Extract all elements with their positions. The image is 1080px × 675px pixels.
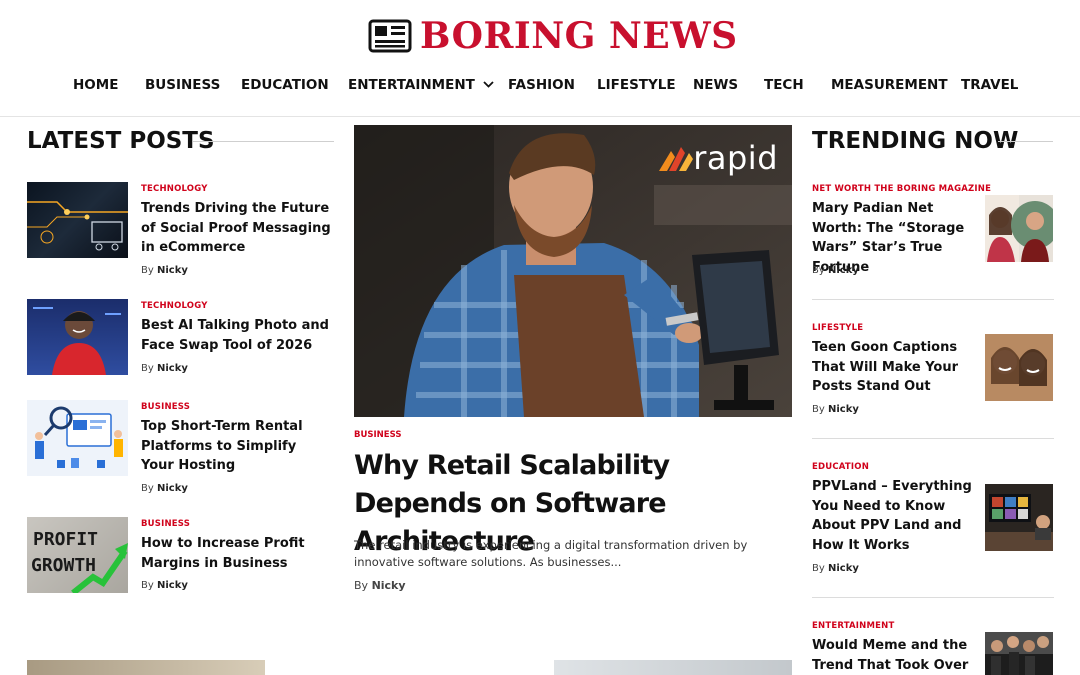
- byline-prefix: By: [354, 579, 369, 592]
- post-divider: [812, 438, 1054, 439]
- trending-heading-rule: [998, 141, 1053, 142]
- post-byline: By Nicky: [141, 483, 188, 494]
- post-category[interactable]: TECHNOLOGY: [141, 301, 208, 311]
- byline-prefix: By: [141, 363, 154, 374]
- post-divider: [812, 597, 1054, 598]
- post-category[interactable]: BUSINESS: [141, 402, 190, 412]
- latest-posts-heading: LATEST POSTS: [27, 128, 215, 154]
- post-title[interactable]: Teen Goon Captions That Will Make Your P…: [812, 338, 977, 397]
- post-category[interactable]: EDUCATION: [812, 462, 869, 472]
- post-byline: By Nicky: [812, 265, 859, 276]
- post-title[interactable]: PPVLand – Everything You Need to Know Ab…: [812, 477, 977, 555]
- author-name[interactable]: Nicky: [828, 404, 859, 415]
- author-name[interactable]: Nicky: [372, 579, 406, 592]
- nav-item-fashion[interactable]: FASHION: [508, 70, 575, 100]
- nav-item-education[interactable]: EDUCATION: [241, 70, 329, 100]
- post-title[interactable]: How to Increase Profit Margins in Busine…: [141, 534, 331, 573]
- post-byline: By Nicky: [141, 265, 188, 276]
- post-byline: By Nicky: [812, 404, 859, 415]
- rapid-logo-text: rapid: [693, 139, 778, 177]
- nav-item-entertainment-label: ENTERTAINMENT: [348, 77, 475, 93]
- site-title: BORING NEWS: [420, 15, 738, 57]
- post-byline: By Nicky: [141, 363, 188, 374]
- newspaper-icon: [368, 19, 412, 53]
- post-thumbnail[interactable]: [27, 400, 128, 476]
- byline-prefix: By: [141, 265, 154, 276]
- nav-item-lifestyle[interactable]: LIFESTYLE: [597, 70, 676, 100]
- byline-prefix: By: [812, 404, 825, 415]
- post-category[interactable]: BUSINESS: [141, 519, 190, 529]
- author-name[interactable]: Nicky: [157, 580, 188, 591]
- nav-item-news[interactable]: NEWS: [693, 70, 738, 100]
- post-thumbnail[interactable]: [27, 182, 128, 258]
- author-name[interactable]: Nicky: [828, 265, 859, 276]
- post-thumbnail[interactable]: PROFIT GROWTH: [27, 517, 128, 593]
- post-category[interactable]: ENTERTAINMENT: [812, 621, 894, 631]
- author-name[interactable]: Nicky: [828, 563, 859, 574]
- author-name[interactable]: Nicky: [157, 363, 188, 374]
- post-thumbnail[interactable]: [554, 660, 792, 675]
- rapid-logo-mark: [659, 147, 694, 171]
- feature-category[interactable]: BUSINESS: [354, 430, 401, 440]
- post-title[interactable]: Would Meme and the Trend That Took Over …: [812, 636, 982, 675]
- post-title[interactable]: Trends Driving the Future of Social Proo…: [141, 199, 331, 258]
- post-thumbnail[interactable]: [985, 484, 1053, 551]
- feature-byline: By Nicky: [354, 579, 406, 592]
- nav-item-business[interactable]: BUSINESS: [145, 70, 220, 100]
- post-category[interactable]: NET WORTH THE BORING MAGAZINE: [812, 184, 991, 194]
- nav-item-tech[interactable]: TECH: [764, 70, 804, 100]
- byline-prefix: By: [141, 483, 154, 494]
- post-category[interactable]: LIFESTYLE: [812, 323, 863, 333]
- nav-item-measurement[interactable]: MEASUREMENT: [831, 70, 948, 100]
- site-logo[interactable]: BORING NEWS: [368, 14, 738, 58]
- post-divider: [812, 299, 1054, 300]
- byline-prefix: By: [812, 563, 825, 574]
- rapid-logo: rapid: [659, 139, 778, 177]
- byline-prefix: By: [812, 265, 825, 276]
- author-name[interactable]: Nicky: [157, 483, 188, 494]
- post-thumbnail[interactable]: [985, 334, 1053, 401]
- author-name[interactable]: Nicky: [157, 265, 188, 276]
- nav-item-entertainment[interactable]: ENTERTAINMENT: [348, 70, 494, 100]
- post-thumbnail[interactable]: [27, 299, 128, 375]
- svg-text:PROFIT: PROFIT: [33, 529, 98, 550]
- post-category[interactable]: TECHNOLOGY: [141, 184, 208, 194]
- post-title[interactable]: Best AI Talking Photo and Face Swap Tool…: [141, 316, 341, 355]
- post-byline: By Nicky: [812, 563, 859, 574]
- feature-excerpt: The retail industry is experiencing a di…: [354, 538, 748, 569]
- header-divider: [0, 116, 1080, 117]
- trending-heading: TRENDING NOW: [812, 128, 1019, 154]
- svg-text:GROWTH: GROWTH: [31, 555, 96, 576]
- post-thumbnail[interactable]: [27, 660, 265, 675]
- chevron-down-icon: [483, 81, 494, 88]
- byline-prefix: By: [141, 580, 154, 591]
- main-nav: HOME BUSINESS EDUCATION ENTERTAINMENT FA…: [0, 70, 1080, 102]
- nav-item-home[interactable]: HOME: [73, 70, 118, 100]
- post-title[interactable]: Top Short-Term Rental Platforms to Simpl…: [141, 417, 331, 476]
- nav-item-travel[interactable]: TRAVEL: [961, 70, 1018, 100]
- post-thumbnail[interactable]: [985, 195, 1053, 262]
- latest-heading-rule: [193, 141, 334, 142]
- post-thumbnail[interactable]: [985, 632, 1053, 675]
- post-byline: By Nicky: [141, 580, 188, 591]
- feature-image[interactable]: rapid: [354, 125, 792, 417]
